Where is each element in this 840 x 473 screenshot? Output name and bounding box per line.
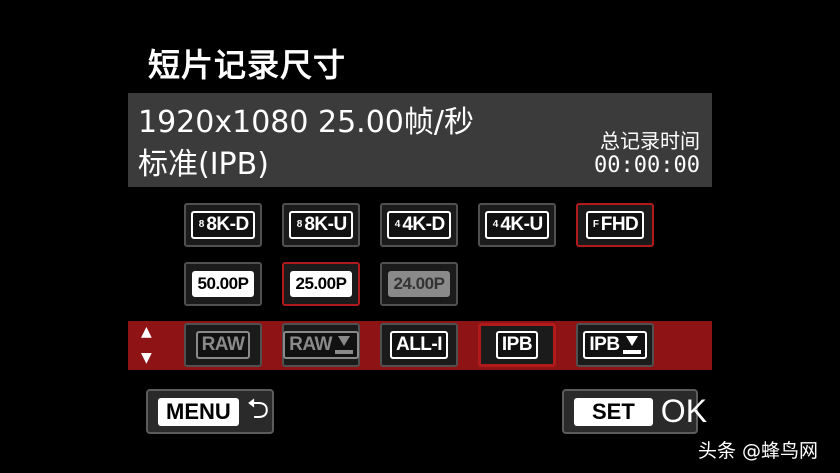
option-4k-d[interactable]: 4 4K-D	[380, 203, 458, 247]
option-ipb-light[interactable]: IPB	[576, 323, 654, 367]
total-record-time-value: 00:00:00	[594, 153, 700, 178]
8k-u-icon: 8 8K-U	[289, 211, 353, 239]
frame-rate-50p-icon: 50.00P	[191, 271, 255, 297]
option-8k-d[interactable]: 8 8K-D	[184, 203, 262, 247]
set-ok-button[interactable]: SET OK	[562, 389, 707, 434]
scroll-up-icon[interactable]: ▲	[141, 324, 152, 340]
scroll-down-icon[interactable]: ▼	[141, 350, 152, 366]
option-raw[interactable]: RAW	[184, 323, 262, 367]
8k-d-icon: 8 8K-D	[191, 211, 255, 239]
option-raw-light[interactable]: RAW	[282, 323, 360, 367]
all-i-icon: ALL-I	[389, 331, 449, 359]
resolution-readout: 1920x1080 25.00帧/秒	[138, 105, 474, 140]
download-icon	[622, 336, 641, 354]
option-24p[interactable]: 24.00P	[380, 262, 458, 306]
option-50p[interactable]: 50.00P	[184, 262, 262, 306]
frame-rate-25p-icon: 25.00P	[289, 271, 353, 297]
watermark: 头条 @蜂鸟网	[697, 440, 818, 462]
option-ipb[interactable]: IPB	[478, 323, 556, 367]
option-all-i[interactable]: ALL-I	[380, 323, 458, 367]
compression-readout: 标准(IPB)	[138, 147, 269, 182]
option-fhd[interactable]: F FHD	[576, 203, 654, 247]
option-25p[interactable]: 25.00P	[282, 262, 360, 306]
raw-icon: RAW	[195, 331, 251, 359]
total-record-time-label: 总记录时间	[600, 129, 700, 153]
menu-label: MENU	[158, 397, 239, 426]
page-title: 短片记录尺寸	[148, 46, 347, 84]
menu-back-button[interactable]: MENU ⮌	[146, 389, 274, 434]
frame-rate-24p-icon: 24.00P	[387, 271, 451, 297]
fhd-icon: F FHD	[585, 211, 645, 239]
info-panel: 1920x1080 25.00帧/秒 标准(IPB) 总记录时间 00:00:0…	[128, 93, 712, 187]
option-8k-u[interactable]: 8 8K-U	[282, 203, 360, 247]
download-icon	[334, 336, 353, 354]
return-arrow-icon: ⮌	[246, 391, 270, 425]
4k-d-icon: 4 4K-D	[387, 211, 451, 239]
raw-light-icon: RAW	[283, 331, 359, 359]
ipb-icon: IPB	[495, 331, 539, 359]
4k-u-icon: 4 4K-U	[485, 211, 549, 239]
option-4k-u[interactable]: 4 4K-U	[478, 203, 556, 247]
set-label: SET	[574, 397, 653, 426]
ipb-light-icon: IPB	[583, 331, 647, 359]
ok-label: OK	[660, 393, 708, 429]
